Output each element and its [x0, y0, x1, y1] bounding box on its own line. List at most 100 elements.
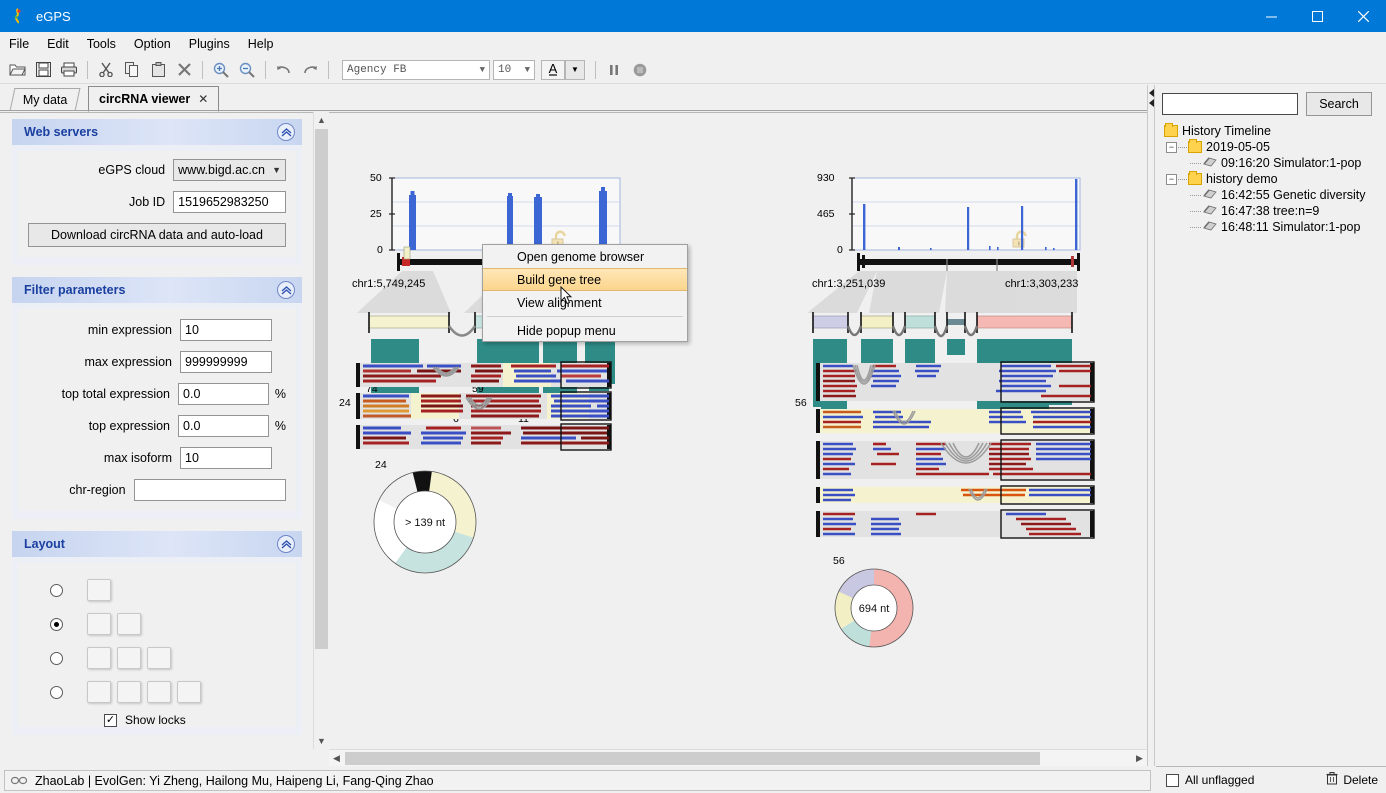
circrna-canvas[interactable]: 24 74 59 6 11 50 25 0 chr1:5,749,245 — [329, 112, 1147, 749]
canvas-horizontal-scrollbar[interactable]: ◀ ▶ — [329, 749, 1147, 766]
scroll-left-arrow-icon[interactable]: ◀ — [329, 750, 344, 767]
section-header-filter-parameters[interactable]: Filter parameters — [12, 277, 302, 303]
layout-option-3[interactable] — [28, 641, 286, 675]
label-top-expression: top expression — [88, 419, 171, 433]
panel-splitter[interactable] — [1147, 85, 1155, 766]
font-family-combo[interactable]: Agency FB ▼ — [342, 59, 490, 80]
zoom-in-icon[interactable] — [209, 58, 233, 82]
delete-button[interactable]: Delete — [1326, 772, 1378, 788]
save-icon[interactable] — [31, 58, 55, 82]
pause-icon[interactable] — [602, 58, 626, 82]
max-expression-input[interactable]: 999999999 — [180, 351, 272, 373]
max-isoform-input[interactable]: 10 — [180, 447, 272, 469]
minimize-button[interactable] — [1248, 0, 1294, 32]
copy-icon[interactable] — [120, 58, 144, 82]
top-expression-input[interactable]: 0.0 — [178, 415, 269, 437]
tab-my-data[interactable]: My data — [9, 88, 81, 111]
tree-item-2-3[interactable]: 16:48:11 Simulator:1-pop — [1160, 219, 1386, 235]
tree-item-2-2[interactable]: 16:47:38 tree:n=9 — [1160, 203, 1386, 219]
layout-option-4[interactable] — [28, 675, 286, 709]
layout-radio-2[interactable] — [50, 617, 63, 631]
top-total-expression-input[interactable]: 0.0 — [178, 383, 269, 405]
tree-node-group-2[interactable]: − history demo — [1160, 171, 1386, 187]
menu-tools[interactable]: Tools — [78, 34, 125, 54]
close-button[interactable] — [1340, 0, 1386, 32]
menu-plugins[interactable]: Plugins — [180, 34, 239, 54]
canvas-scroll-thumb[interactable] — [345, 752, 1040, 765]
toolbar-separator — [595, 60, 596, 79]
tree-group-2-label: history demo — [1206, 172, 1278, 186]
egps-cloud-value: www.bigd.ac.cn — [178, 163, 265, 177]
popup-item-hide-popup-menu[interactable]: Hide popup menu — [483, 319, 687, 342]
scroll-down-arrow-icon[interactable]: ▼ — [314, 733, 329, 749]
popup-item-view-alignment[interactable]: View alignment — [483, 291, 687, 314]
paste-icon[interactable] — [146, 58, 170, 82]
egps-cloud-combo[interactable]: www.bigd.ac.cn ▼ — [173, 159, 286, 181]
collapse-chevron-icon[interactable] — [277, 281, 295, 299]
min-expression-input[interactable]: 10 — [180, 319, 272, 341]
left-coverage-plot — [389, 177, 621, 251]
show-locks-checkbox[interactable]: ✓ — [104, 713, 117, 727]
layout-radio-1[interactable] — [50, 583, 63, 597]
section-web-servers: Web servers eGPS cloud www.bigd.ac.cn ▼ — [12, 119, 302, 265]
all-unflagged-checkbox[interactable] — [1166, 773, 1179, 787]
tree-connector — [1178, 178, 1187, 180]
delete-icon[interactable] — [172, 58, 196, 82]
layout-radio-4[interactable] — [50, 685, 63, 699]
maximize-button[interactable] — [1294, 0, 1340, 32]
scroll-up-arrow-icon[interactable]: ▲ — [314, 112, 329, 128]
redo-icon[interactable] — [298, 58, 322, 82]
stop-icon[interactable] — [628, 58, 652, 82]
font-size-combo[interactable]: 10 ▼ — [493, 59, 535, 80]
tab-my-data-label: My data — [22, 93, 68, 107]
field-chr-region: chr-region — [28, 479, 286, 501]
scroll-right-arrow-icon[interactable]: ▶ — [1132, 750, 1147, 767]
left-isoform-donut[interactable]: > 139 nt — [371, 468, 479, 576]
zoom-out-icon[interactable] — [235, 58, 259, 82]
cut-icon[interactable] — [94, 58, 118, 82]
history-search-input[interactable] — [1162, 93, 1298, 115]
expander-icon[interactable]: − — [1166, 173, 1177, 185]
left-donut-center-label: > 139 nt — [405, 517, 445, 529]
menu-edit[interactable]: Edit — [38, 34, 78, 54]
sidebar-vertical-scrollbar[interactable]: ▲ ▼ — [313, 112, 329, 749]
collapse-chevron-icon[interactable] — [277, 123, 295, 141]
section-header-web-servers[interactable]: Web servers — [12, 119, 302, 145]
field-top-expression: top expression 0.0 % — [28, 415, 286, 437]
font-color-dropdown[interactable]: ▼ — [565, 59, 585, 80]
right-exon-total: 56 — [795, 397, 807, 409]
layout-option-2[interactable] — [28, 607, 286, 641]
top-total-expression-value: 0.0 — [183, 387, 201, 401]
tree-node-root[interactable]: History Timeline — [1160, 123, 1386, 139]
tab-circrna-viewer[interactable]: circRNA viewer ✕ — [88, 86, 220, 112]
menu-help[interactable]: Help — [239, 34, 283, 54]
popup-item-build-gene-tree[interactable]: Build gene tree — [483, 268, 687, 291]
section-header-layout[interactable]: Layout — [12, 531, 302, 557]
undo-icon[interactable] — [272, 58, 296, 82]
tree-node-group-1[interactable]: − 2019-05-05 — [1160, 139, 1386, 155]
right-isoform-alignments[interactable] — [811, 361, 1101, 551]
label-egps-cloud: eGPS cloud — [98, 163, 166, 177]
right-isoform-donut[interactable]: 694 nt — [829, 563, 919, 653]
print-icon[interactable] — [57, 58, 81, 82]
font-color-button[interactable]: A — [541, 59, 565, 80]
tree-item-2-1[interactable]: 16:42:55 Genetic diversity — [1160, 187, 1386, 203]
sidebar-scroll-thumb[interactable] — [315, 129, 328, 649]
layout-radio-3[interactable] — [50, 651, 63, 665]
expander-icon[interactable]: − — [1166, 141, 1177, 153]
chr-region-input[interactable] — [133, 479, 286, 501]
download-circrna-button[interactable]: Download circRNA data and auto-load — [28, 223, 286, 247]
context-popup-menu[interactable]: Open genome browser Build gene tree View… — [482, 244, 688, 342]
collapse-chevron-icon[interactable] — [277, 535, 295, 553]
menu-file[interactable]: File — [0, 34, 38, 54]
menu-option[interactable]: Option — [125, 34, 180, 54]
open-icon[interactable] — [5, 58, 29, 82]
close-icon[interactable]: ✕ — [198, 92, 208, 106]
history-search-button[interactable]: Search — [1306, 92, 1372, 116]
popup-item-open-genome-browser[interactable]: Open genome browser — [483, 245, 687, 268]
job-id-input[interactable]: 1519652983250 — [173, 191, 286, 213]
show-locks-row[interactable]: ✓ Show locks — [28, 713, 286, 727]
layout-option-1[interactable] — [28, 573, 286, 607]
right-axis-tick-bottom: 0 — [837, 244, 843, 256]
tree-item-1-1[interactable]: 09:16:20 Simulator:1-pop — [1160, 155, 1386, 171]
